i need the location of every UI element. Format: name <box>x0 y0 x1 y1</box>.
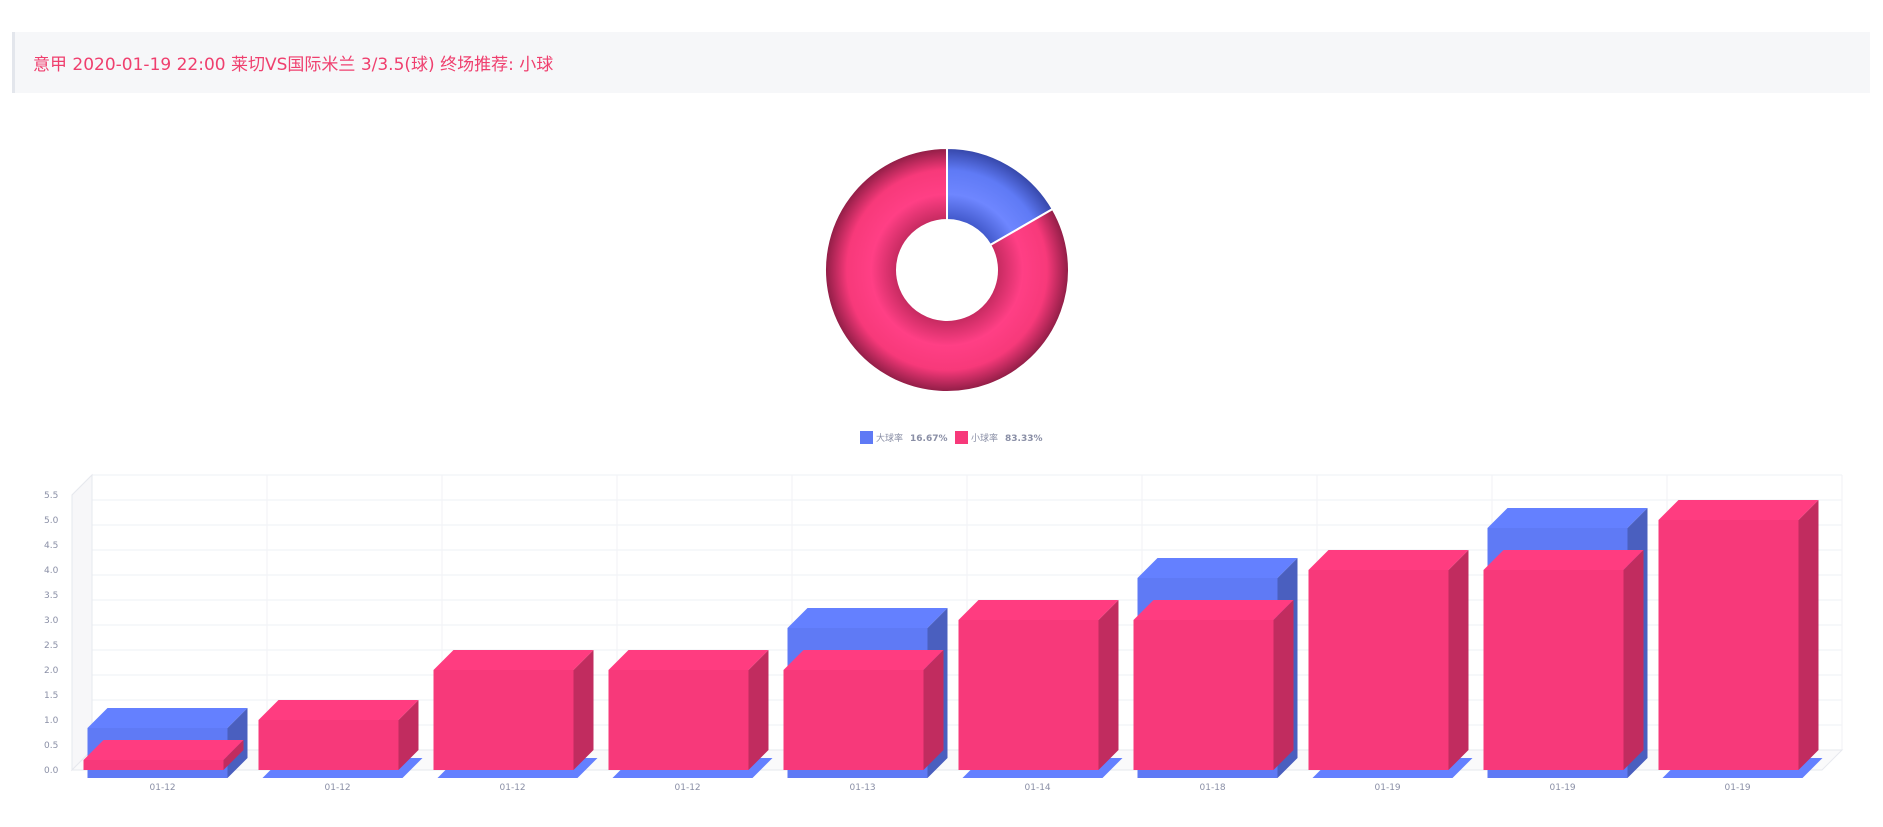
bar-series-front <box>1658 500 1819 770</box>
y-tick-label: 4.0 <box>44 566 59 576</box>
y-tick-label: 5.5 <box>44 491 58 501</box>
y-tick-label: 0.5 <box>44 741 58 751</box>
legend-percent: 83.33% <box>1005 434 1043 444</box>
bar-side <box>923 650 944 770</box>
bar-side <box>1098 600 1119 770</box>
bar-front <box>433 670 574 770</box>
x-tick-label: 01-12 <box>325 783 351 793</box>
bar-series-front <box>433 650 594 770</box>
y-tick-label: 4.5 <box>44 541 58 551</box>
y-tick-label: 3.5 <box>44 591 58 601</box>
bar-front <box>608 670 749 770</box>
bar-chart-3d: 0.0 0.5 1.0 1.5 2.0 2.5 3.0 3.5 4.0 4.5 5.0 5.5 01-1… <box>44 473 1844 793</box>
bar-series-front <box>958 600 1119 770</box>
x-tick-label: 01-19 <box>1725 783 1751 793</box>
bar-series-front <box>608 650 769 770</box>
bar-series-front <box>1133 600 1294 770</box>
x-tick-label: 01-19 <box>1550 783 1576 793</box>
x-tick-label: 01-12 <box>675 783 701 793</box>
bar-top <box>433 650 594 670</box>
y-tick-label: 3.0 <box>44 616 59 626</box>
bar-side <box>1623 550 1644 770</box>
y-tick-label: 1.5 <box>44 691 58 701</box>
x-tick-label: 01-18 <box>1200 783 1226 793</box>
bar-front <box>83 760 224 770</box>
legend-label: 大球率 <box>876 432 903 444</box>
x-tick-label: 01-14 <box>1025 783 1051 793</box>
bar-front <box>1658 520 1799 770</box>
x-tick-label: 01-12 <box>150 783 176 793</box>
bar-top <box>958 600 1119 620</box>
bar-top <box>1308 550 1469 570</box>
y-tick-label: 2.0 <box>44 666 59 676</box>
x-tick-label: 01-19 <box>1375 783 1401 793</box>
chart-canvas: 大球率 16.67% 小球率 83.33% 0.0 0.5 1.0 1.5 2.0 2.5 3.0… <box>44 146 1844 793</box>
y-tick-label: 0.0 <box>44 766 59 776</box>
side-wall <box>71 473 93 772</box>
bar-front <box>958 620 1099 770</box>
bar-series-front <box>1483 550 1644 770</box>
legend-percent: 16.67% <box>910 434 948 444</box>
bar-front <box>783 670 924 770</box>
bar-top <box>83 740 244 760</box>
bar-side <box>573 650 594 770</box>
bar-top <box>787 608 948 628</box>
bar-front <box>1308 570 1449 770</box>
bar-top <box>258 700 419 720</box>
bar-top <box>1658 500 1819 520</box>
legend-label: 小球率 <box>971 432 998 444</box>
bar-top <box>1137 558 1298 578</box>
legend-swatch <box>860 431 873 444</box>
bar-front <box>1133 620 1274 770</box>
bar-top <box>1483 550 1644 570</box>
bar-side <box>1448 550 1469 770</box>
bar-top <box>1487 508 1648 528</box>
bar-side <box>1798 500 1819 770</box>
bar-series-front <box>83 740 244 770</box>
bar-series-front <box>1308 550 1469 770</box>
bar-front <box>258 720 399 770</box>
bar-side <box>1273 600 1294 770</box>
bar-series-front <box>783 650 944 770</box>
bar-top <box>783 650 944 670</box>
bar-top <box>608 650 769 670</box>
bar-series-front <box>258 700 419 770</box>
legend-swatch <box>955 431 968 444</box>
donut-chart <box>824 146 1071 393</box>
bar-front <box>1483 570 1624 770</box>
donut-legend: 大球率 16.67% 小球率 83.33% <box>860 431 1043 444</box>
y-tick-label: 1.0 <box>44 716 59 726</box>
bar-top <box>1133 600 1294 620</box>
y-tick-label: 2.5 <box>44 641 58 651</box>
bar-side <box>748 650 769 770</box>
y-tick-label: 5.0 <box>44 516 59 526</box>
x-tick-label: 01-12 <box>500 783 526 793</box>
x-tick-label: 01-13 <box>850 783 876 793</box>
bar-top <box>87 708 248 728</box>
